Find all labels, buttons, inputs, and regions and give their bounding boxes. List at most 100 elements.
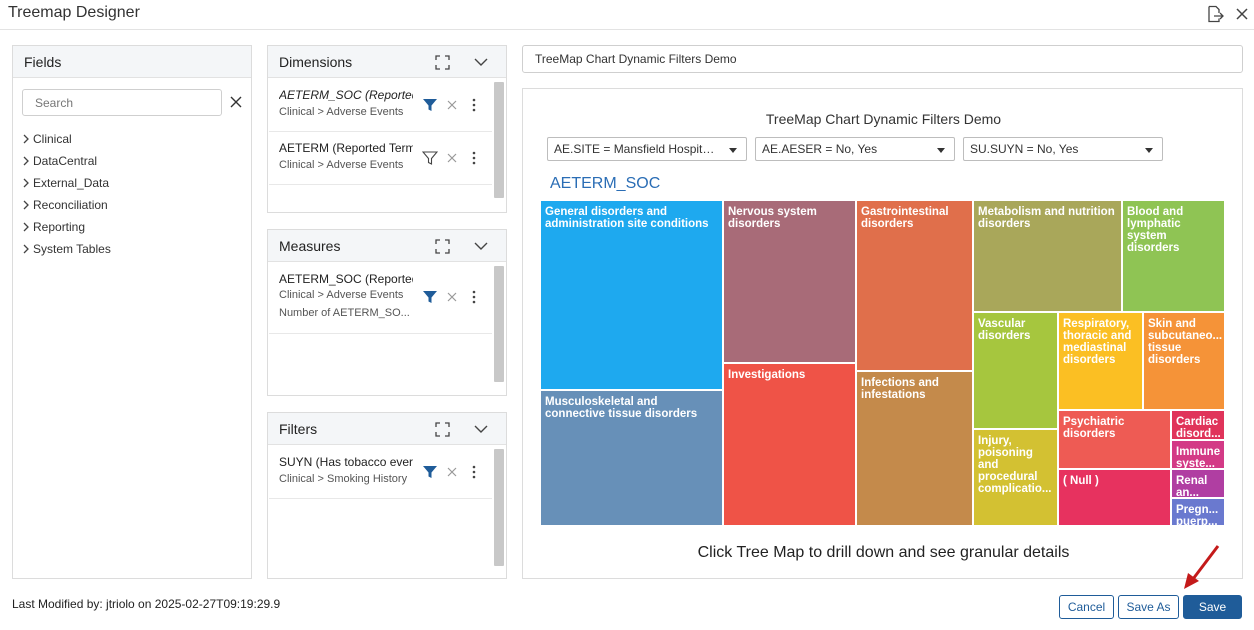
treemap-tile[interactable]: ( Null ) [1058, 469, 1171, 526]
treemap-tile[interactable]: Respiratory, thoracic and mediastinal di… [1058, 312, 1143, 410]
filters-panel: Filters SUYN (Has tobacco ever Clinical … [267, 412, 507, 579]
filter-name: SUYN (Has tobacco ever [279, 455, 413, 469]
expand-icon[interactable] [433, 53, 451, 71]
tree-item-label: Reporting [33, 220, 86, 234]
expand-icon[interactable] [433, 237, 451, 255]
tree-item-label: Reconciliation [33, 198, 108, 212]
tree-item-reconciliation[interactable]: Reconciliation [21, 194, 111, 216]
filters-panel-title: Filters [279, 421, 318, 437]
dimension-path: Clinical > Adverse Events [279, 106, 404, 118]
remove-icon[interactable] [443, 149, 461, 167]
tree-item-label: Clinical [33, 132, 72, 146]
treemap-tile[interactable]: Renal an... [1171, 469, 1225, 498]
dropdown-value: SU.SUYN = No, Yes [970, 142, 1079, 156]
tree-item-external-data[interactable]: External_Data [21, 172, 111, 194]
dimensions-scrollbar[interactable] [494, 82, 504, 198]
treemap-tile[interactable]: Immune syste... [1171, 440, 1225, 469]
treemap-tile[interactable]: Pregn... puerp... [1171, 498, 1225, 526]
treemap-tile-label: Respiratory, thoracic and mediastinal di… [1063, 318, 1132, 366]
drag-handle-icon[interactable] [465, 149, 483, 167]
close-icon[interactable] [1232, 4, 1252, 24]
suyn-filter-dropdown[interactable]: SU.SUYN = No, Yes [963, 137, 1163, 161]
treemap-tile[interactable]: Injury, poisoning and procedural complic… [973, 429, 1058, 526]
treemap-tile-label: Immune syste... [1176, 446, 1221, 469]
caret-down-icon [1145, 148, 1153, 153]
fields-panel-header: Fields [13, 46, 251, 78]
treemap-tile-label: Injury, poisoning and procedural complic… [978, 435, 1052, 495]
filter-active-icon[interactable] [421, 288, 439, 306]
chart-preview: TreeMap Chart Dynamic Filters Demo AE.SI… [522, 88, 1243, 579]
collapse-chevron-icon[interactable] [472, 53, 490, 71]
last-modified-text: Last Modified by: jtriolo on 2025-02-27T… [12, 597, 281, 611]
measures-panel: Measures AETERM_SOC (Reported Clinical >… [267, 229, 507, 396]
chevron-right-icon [23, 134, 29, 144]
treemap-tile-label: Skin and subcutaneo... tissue disorders [1148, 318, 1223, 366]
measure-aggregation: Number of AETERM_SO... [279, 307, 410, 319]
clear-search-icon[interactable] [229, 95, 245, 111]
filter-active-icon[interactable] [421, 463, 439, 481]
dimensions-panel-title: Dimensions [279, 54, 353, 70]
chart-title-input[interactable] [522, 45, 1243, 73]
dimension-path: Clinical > Adverse Events [279, 159, 404, 171]
dropdown-value: AE.AESER = No, Yes [762, 142, 878, 156]
filter-card[interactable]: SUYN (Has tobacco ever Clinical > Smokin… [269, 447, 492, 499]
aeser-filter-dropdown[interactable]: AE.AESER = No, Yes [755, 137, 955, 161]
treemap-tile-label: Vascular disorders [978, 318, 1031, 342]
measures-panel-header: Measures [268, 230, 506, 262]
window-titlebar: Treemap Designer [0, 0, 1254, 30]
tree-item-label: DataCentral [33, 154, 98, 168]
export-icon[interactable] [1205, 4, 1225, 24]
treemap-tile[interactable]: General disorders and administration sit… [540, 200, 723, 390]
treemap-tile[interactable]: Musculoskeletal and connective tissue di… [540, 390, 723, 526]
filters-scrollbar[interactable] [494, 449, 504, 566]
fields-search-input[interactable] [22, 89, 222, 116]
tree-item-system-tables[interactable]: System Tables [21, 238, 111, 260]
treemap-tile[interactable]: Infections and infestations [856, 371, 973, 526]
treemap-tile[interactable]: Psychiatric disorders [1058, 410, 1171, 469]
drag-handle-icon[interactable] [465, 96, 483, 114]
dimension-name: AETERM_SOC (Reported [279, 88, 413, 102]
tree-item-datacentral[interactable]: DataCentral [21, 150, 111, 172]
fields-panel-title: Fields [24, 54, 62, 70]
save-as-button[interactable]: Save As [1118, 595, 1179, 619]
treemap-tile-label: Metabolism and nutrition disorders [978, 206, 1115, 230]
dimension-card[interactable]: AETERM (Reported Term Clinical > Adverse… [269, 133, 492, 185]
save-button[interactable]: Save [1183, 595, 1242, 619]
collapse-chevron-icon[interactable] [472, 237, 490, 255]
drag-handle-icon[interactable] [465, 463, 483, 481]
remove-icon[interactable] [443, 463, 461, 481]
chevron-right-icon [23, 156, 29, 166]
cancel-button[interactable]: Cancel [1059, 595, 1114, 619]
expand-icon[interactable] [433, 420, 451, 438]
dimension-card[interactable]: AETERM_SOC (Reported Clinical > Adverse … [269, 80, 492, 132]
chevron-right-icon [23, 200, 29, 210]
fields-tree: Clinical DataCentral External_Data Recon… [21, 128, 111, 260]
filter-icon[interactable] [421, 149, 439, 167]
filter-active-icon[interactable] [421, 96, 439, 114]
treemap-tile-label: Cardiac disord... [1176, 416, 1221, 440]
treemap-tile[interactable]: Vascular disorders [973, 312, 1058, 429]
collapse-chevron-icon[interactable] [472, 420, 490, 438]
drag-handle-icon[interactable] [465, 288, 483, 306]
tree-item-reporting[interactable]: Reporting [21, 216, 111, 238]
treemap-tile-label: Renal an... [1176, 475, 1208, 498]
treemap-tile[interactable]: Investigations [723, 363, 856, 526]
measure-card[interactable]: AETERM_SOC (Reported Clinical > Adverse … [269, 264, 492, 334]
remove-icon[interactable] [443, 288, 461, 306]
caret-down-icon [729, 148, 737, 153]
treemap-tile[interactable]: Gastrointestinal disorders [856, 200, 973, 371]
measure-path: Clinical > Adverse Events [279, 289, 404, 301]
treemap-tile[interactable]: Cardiac disord... [1171, 410, 1225, 440]
measures-scrollbar[interactable] [494, 266, 504, 382]
treemap-tile[interactable]: Skin and subcutaneo... tissue disorders [1143, 312, 1225, 410]
tree-item-clinical[interactable]: Clinical [21, 128, 111, 150]
treemap-tile[interactable]: Blood and lymphatic system disorders [1122, 200, 1225, 312]
site-filter-dropdown[interactable]: AE.SITE = Mansfield Hospita... [547, 137, 747, 161]
treemap-level-label: AETERM_SOC [550, 175, 661, 192]
treemap: General disorders and administration sit… [540, 200, 1225, 526]
treemap-tile[interactable]: Metabolism and nutrition disorders [973, 200, 1122, 312]
measure-name: AETERM_SOC (Reported [279, 272, 413, 286]
treemap-tile[interactable]: Nervous system disorders [723, 200, 856, 363]
window-title: Treemap Designer [8, 4, 140, 21]
remove-icon[interactable] [443, 96, 461, 114]
